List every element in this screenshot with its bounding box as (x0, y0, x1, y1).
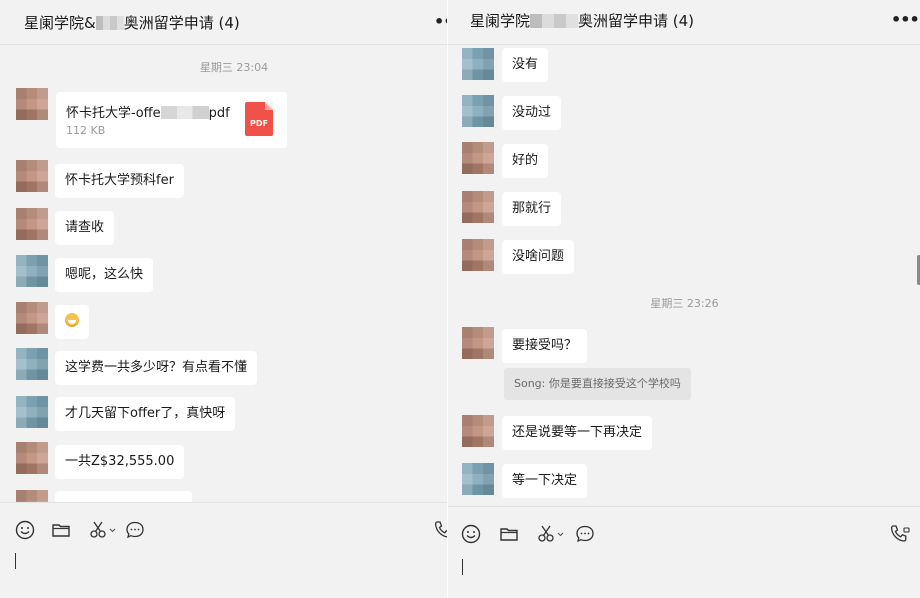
message-bubble[interactable]: 才几天留下offer了，真快呀 (55, 397, 236, 431)
avatar[interactable] (16, 302, 48, 334)
message-bubble[interactable]: 还是说要等一下再决定 (502, 416, 653, 450)
avatar[interactable] (462, 463, 494, 495)
message-bubble[interactable]: 没动过 (502, 96, 562, 130)
message-bubble[interactable]: 没啥问题 (502, 240, 575, 274)
avatar[interactable] (16, 348, 48, 380)
redacted-mask (95, 16, 124, 30)
message-bubble[interactable]: 那就行 (502, 192, 562, 226)
avatar[interactable] (462, 95, 494, 127)
avatar[interactable] (462, 239, 494, 271)
message-bubble[interactable]: 这学费一共多少呀？有点看不懂 (55, 351, 258, 385)
call-icon[interactable] (889, 523, 911, 545)
avatar[interactable] (16, 442, 48, 474)
folder-icon[interactable] (498, 523, 520, 545)
folder-icon[interactable] (50, 519, 72, 541)
avatar[interactable] (16, 88, 48, 120)
avatar[interactable] (462, 415, 494, 447)
input-area (448, 506, 920, 598)
chat-header: 星阑学院&奥洲留学申请 (4) •• (0, 0, 447, 45)
avatar[interactable] (16, 208, 48, 240)
quoted-reply[interactable]: Song: 你是要直接接受这个学校吗 (504, 368, 691, 400)
chat-bubble-icon[interactable] (574, 523, 596, 545)
grin-emoji-icon (65, 313, 79, 327)
more-dots-icon[interactable]: •• (434, 12, 447, 31)
redacted-mask (160, 106, 209, 119)
timestamp-separator: 星期三 23:04 (199, 61, 269, 74)
left-chat-window: 星阑学院&奥洲留学申请 (4) •• 星期三 23:04 怀卡托大学-offep… (0, 0, 447, 598)
chat-header: 星阑学院 奥洲留学申请 (4) ••• (448, 0, 920, 45)
message-bubble[interactable]: 嗯呢，这么快 (55, 258, 154, 292)
avatar[interactable] (16, 396, 48, 428)
pdf-icon: PDF (245, 102, 273, 136)
scissors-icon[interactable] (88, 519, 120, 541)
message-bubble[interactable]: 要接受吗？ (502, 329, 588, 363)
chat-title: 星阑学院& 奥洲留学申请 (4) (24, 14, 240, 32)
message-bubble[interactable]: 一共Z$32,555.00 (55, 445, 185, 479)
chat-title: 星阑学院 奥洲留学申请 (4) (470, 12, 695, 30)
text-caret[interactable] (462, 559, 463, 575)
avatar[interactable] (16, 160, 48, 192)
file-message[interactable]: 怀卡托大学-offe pdf 112 KB PDF (56, 92, 287, 148)
chat-bubble-icon[interactable] (124, 519, 146, 541)
emoji-icon[interactable] (14, 519, 36, 541)
message-bubble[interactable]: 好的 (502, 144, 549, 178)
message-bubble[interactable]: 没有 (502, 48, 549, 82)
more-dots-icon[interactable]: ••• (891, 10, 920, 29)
avatar[interactable] (462, 327, 494, 359)
avatar[interactable] (462, 142, 494, 174)
avatar[interactable] (16, 255, 48, 287)
timestamp-separator: 星期三 23:26 (650, 297, 719, 310)
file-size: 112 KB (66, 124, 106, 137)
message-bubble[interactable]: 怀卡托大学预科fer (55, 164, 184, 198)
avatar[interactable] (462, 48, 494, 80)
input-area (0, 502, 447, 598)
scissors-icon[interactable] (536, 523, 568, 545)
file-name: 怀卡托大学-offe pdf (66, 106, 230, 121)
redacted-mask (530, 14, 579, 28)
call-icon[interactable] (432, 519, 447, 541)
text-caret[interactable] (15, 553, 16, 569)
message-bubble[interactable]: 请查收 (55, 211, 115, 245)
right-chat-window: 星阑学院 奥洲留学申请 (4) ••• 没有 没动过 好的 那就行 没啥问题 星期… (447, 0, 920, 598)
avatar[interactable] (462, 191, 494, 223)
emoji-message[interactable] (55, 305, 89, 339)
message-bubble[interactable]: 等一下决定 (502, 464, 588, 498)
emoji-icon[interactable] (460, 523, 482, 545)
